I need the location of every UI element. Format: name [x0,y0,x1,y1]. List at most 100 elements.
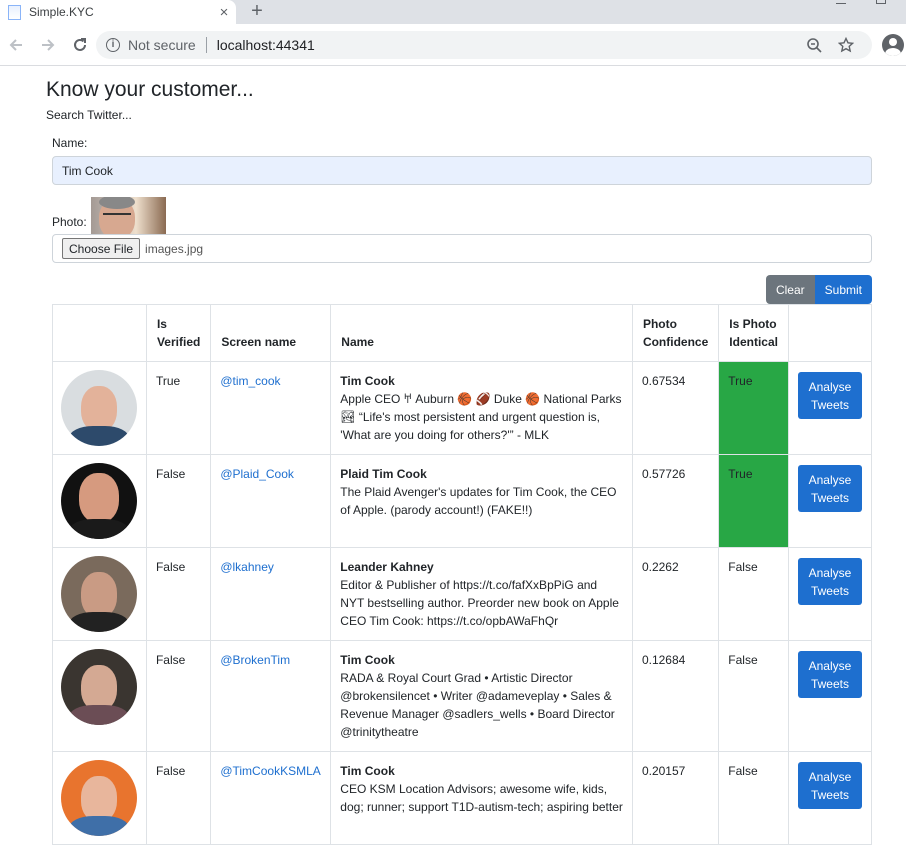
choose-file-button[interactable]: Choose File [62,238,141,259]
avatar [61,556,137,632]
confidence-cell: 0.57726 [631,454,720,548]
verified-cell: False [145,454,212,548]
screen-name-cell: @lkahney [210,547,332,641]
screen-name-cell: @TimCookKSMLA [210,751,332,845]
avatar-face [79,473,119,523]
name-cell: Plaid Tim Cook The Plaid Avenger's update… [330,454,633,548]
analyse-tweets-button[interactable]: Analyse Tweets [797,558,862,605]
avatar-body [69,816,129,836]
table-row: False @Plaid_Cook Plaid Tim Cook The Plai… [52,454,873,548]
file-input[interactable]: Choose File images.jpg [52,234,872,263]
verified-cell: False [145,751,212,845]
avatar-body [69,705,129,725]
minimize-icon[interactable] [836,0,846,4]
form-buttons: Clear Submit [52,275,872,304]
verified-cell: False [145,547,212,641]
screen-name-link[interactable]: @BrokenTim [220,653,290,667]
bookmark-star-icon[interactable] [830,37,862,53]
name-cell: Tim Cook CEO KSM Location Advisors; aweso… [330,751,633,845]
arrow-right-icon [42,38,55,51]
page-icon [8,4,21,20]
identical-cell: False [718,640,789,752]
browser-tabstrip: Simple.KYC × + [0,0,906,24]
glasses-shape [102,213,131,219]
table-row: False @lkahney Leander Kahney Editor & Pu… [52,547,873,641]
avatar-cell [52,547,147,641]
action-cell: Analyse Tweets [787,454,873,548]
action-cell: Analyse Tweets [787,547,873,641]
identical-cell: False [718,547,789,641]
zoom-icon[interactable] [798,37,830,53]
avatar-body [69,612,129,632]
search-form: Name: Tim Cook Photo: Choose File images… [46,136,873,845]
confidence-cell: 0.12684 [631,640,720,752]
reload-icon [74,37,86,51]
window-controls [836,0,886,4]
browser-tab[interactable]: Simple.KYC × [0,0,236,24]
page-content: Know your customer... Search Twitter... … [0,78,906,845]
display-name: Leander Kahney [340,560,434,574]
table-row: True @tim_cook Tim Cook Apple CEO 𐀀 Aubur… [52,361,873,455]
table-row: False @BrokenTim Tim Cook RADA & Royal Co… [52,640,873,752]
screen-name-cell: @tim_cook [210,361,332,455]
security-status: Not secure [128,37,196,53]
photo-row: Photo: [52,197,872,234]
submit-button[interactable]: Submit [814,275,872,304]
name-label: Name: [52,136,88,150]
forward-button[interactable] [32,29,64,61]
avatar-cell [52,361,147,455]
screen-name-link[interactable]: @lkahney [220,560,274,574]
screen-name-link[interactable]: @TimCookKSMLA [220,764,320,778]
header-photo [52,304,147,362]
analyse-tweets-button[interactable]: Analyse Tweets [797,465,862,512]
header-is-verified: Is Verified [145,304,212,362]
maximize-icon[interactable] [876,0,886,4]
back-button[interactable] [0,29,32,61]
new-tab-button[interactable]: + [247,0,267,24]
close-icon[interactable]: × [212,4,236,21]
page-title: Know your customer... [46,78,254,101]
info-icon[interactable]: i [106,38,120,52]
name-cell: Leander Kahney Editor & Publisher of http… [330,547,633,641]
table-row: False @TimCookKSMLA Tim Cook CEO KSM Loca… [52,751,873,845]
name-cell: Tim Cook RADA & Royal Court Grad • Artist… [330,640,633,752]
analyse-tweets-button[interactable]: Analyse Tweets [797,762,862,809]
verified-cell: False [145,640,212,752]
reload-button[interactable] [64,29,96,61]
page-subtitle: Search Twitter... [46,108,132,122]
action-cell: Analyse Tweets [787,751,873,845]
name-input[interactable]: Tim Cook [52,156,872,185]
header-photo-confidence: Photo Confidence [631,304,720,362]
header-screen-name: Screen name [210,304,332,362]
action-cell: Analyse Tweets [787,640,873,752]
clear-button[interactable]: Clear [765,275,815,304]
bio: RADA & Royal Court Grad • Artistic Direc… [340,671,615,739]
table-header-row: Is Verified Screen name Name Photo Confi… [52,304,873,362]
arrow-left-icon [9,38,22,51]
header-actions [787,304,873,362]
url-text[interactable]: localhost:44341 [217,37,798,53]
photo-preview [90,197,166,234]
analyse-tweets-button[interactable]: Analyse Tweets [797,372,862,419]
screen-name-link[interactable]: @Plaid_Cook [220,467,294,481]
verified-cell: True [145,361,212,455]
analyse-tweets-button[interactable]: Analyse Tweets [797,651,862,698]
display-name: Plaid Tim Cook [340,467,427,481]
bio: Editor & Publisher of https://t.co/fafXx… [340,578,619,628]
display-name: Tim Cook [340,653,395,667]
screen-name-cell: @Plaid_Cook [210,454,332,548]
address-bar[interactable]: i Not secure localhost:44341 [96,31,872,59]
header-name: Name [330,304,633,362]
divider [205,37,207,53]
photo-label: Photo: [52,215,87,229]
browser-toolbar: i Not secure localhost:44341 [0,24,906,66]
confidence-cell: 0.20157 [631,751,720,845]
identical-cell: True [718,361,789,455]
profile-avatar-icon[interactable] [882,34,904,56]
bio: CEO KSM Location Advisors; awesome wife,… [340,782,623,814]
identical-cell: True [718,454,789,548]
display-name: Tim Cook [340,764,395,778]
avatar-body [69,426,129,446]
screen-name-link[interactable]: @tim_cook [220,374,280,388]
identical-cell: False [718,751,789,845]
